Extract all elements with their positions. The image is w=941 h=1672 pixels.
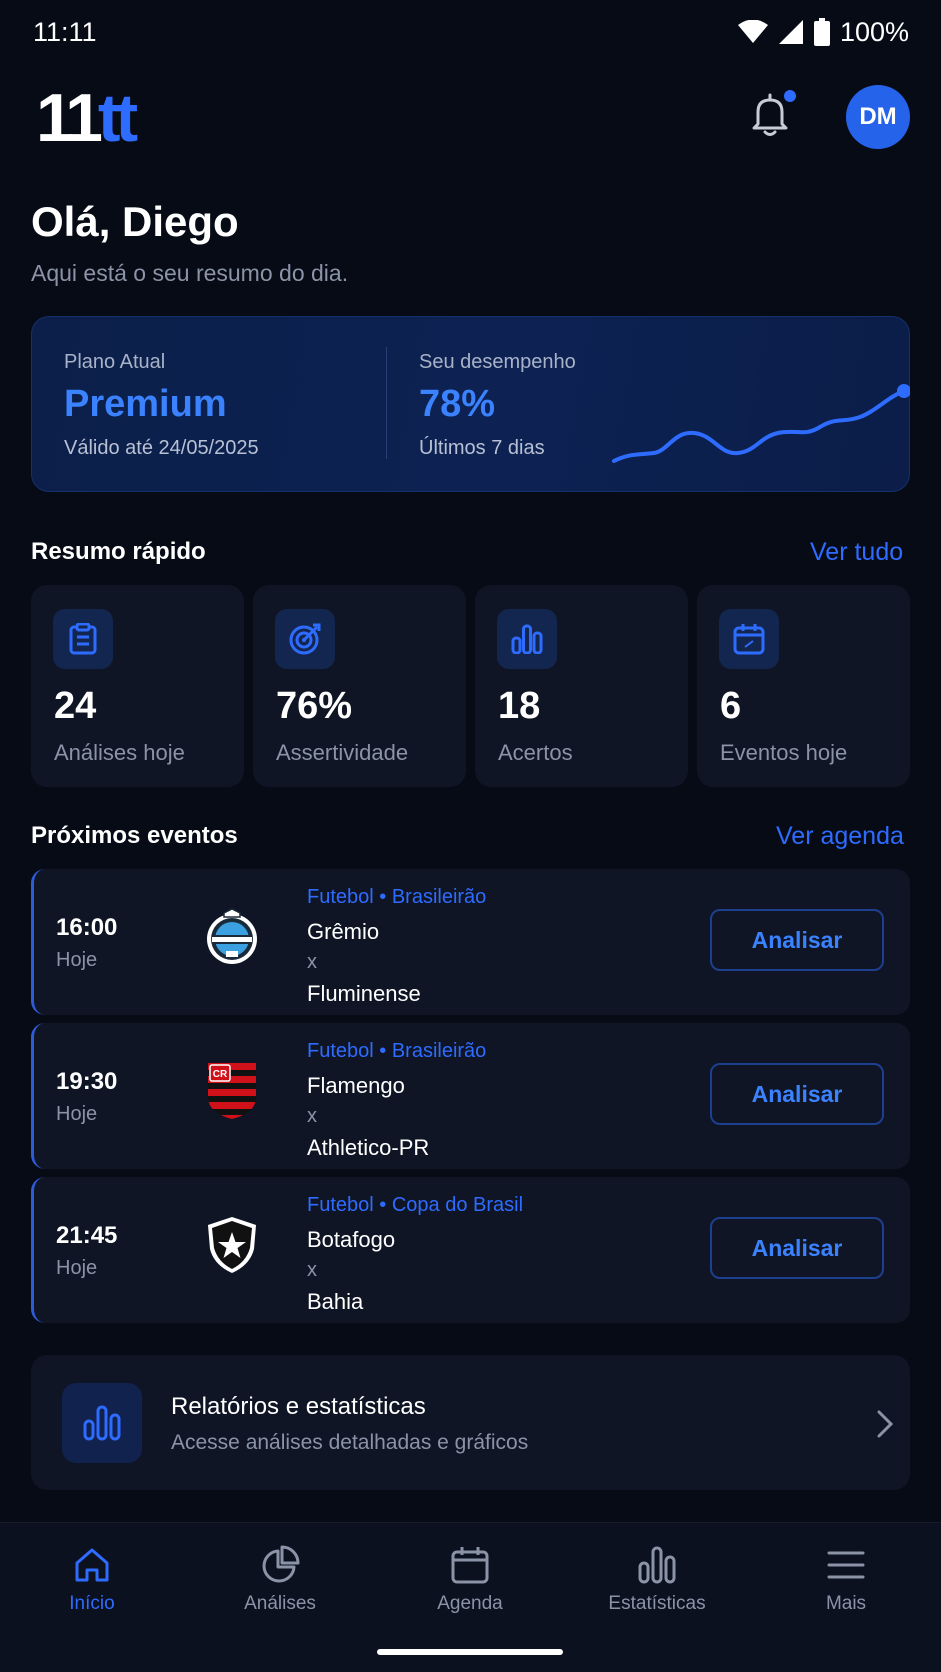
event-league: Futebol • Brasileirão [307, 886, 487, 908]
performance-period: Últimos 7 dias [419, 437, 545, 459]
app-logo: 11tt [36, 80, 138, 156]
event-card[interactable]: 21:45 Hoje Futebol • Copa do Brasil Bota… [31, 1177, 910, 1323]
stat-value: 76% [276, 685, 353, 727]
stat-card-analyses[interactable]: 24 Análises hoje [31, 585, 244, 787]
status-bar: 11:11 100% [0, 0, 941, 64]
nav-label: Início [69, 1593, 115, 1614]
stat-label: Eventos hoje [720, 740, 848, 765]
nav-label: Agenda [437, 1593, 503, 1614]
event-team-home: Botafogo [307, 1227, 396, 1252]
gremio-crest-icon [207, 908, 257, 964]
analyze-button[interactable]: Analisar [710, 1217, 884, 1279]
bar-chart-icon [62, 1383, 142, 1463]
event-team-away: Bahia [307, 1289, 364, 1314]
status-time: 11:11 [33, 16, 97, 47]
pie-chart-icon [262, 1545, 300, 1583]
analyze-button[interactable]: Analisar [710, 909, 884, 971]
signal-icon [778, 20, 803, 44]
event-versus: x [307, 951, 317, 973]
home-indicator[interactable] [377, 1649, 563, 1655]
stat-card-hits[interactable]: 18 Acertos [475, 585, 688, 787]
calendar-icon [451, 1547, 489, 1584]
battery-level: 100% [839, 16, 909, 47]
svg-text:CR: CR [213, 1069, 228, 1080]
stat-value: 18 [498, 685, 541, 727]
event-day: Hoje [56, 1103, 98, 1125]
event-versus: x [307, 1259, 317, 1281]
event-team-home: Grêmio [307, 919, 380, 944]
reports-card[interactable]: Relatórios e estatísticas Acesse análise… [31, 1355, 910, 1490]
nav-item-home[interactable]: Início [17, 1545, 167, 1615]
menu-icon [827, 1551, 865, 1579]
botafogo-crest-icon [208, 1217, 256, 1273]
nav-item-more[interactable]: Mais [771, 1545, 921, 1615]
plan-valid: Válido até 24/05/2025 [64, 437, 259, 459]
chevron-right-icon [877, 1410, 894, 1438]
event-time: 16:00 [56, 914, 118, 941]
analyze-button[interactable]: Analisar [710, 1063, 884, 1125]
nav-item-analyses[interactable]: Análises [205, 1545, 355, 1615]
status-icons: 100% [737, 16, 909, 48]
events-title: Próximos eventos [31, 822, 238, 849]
performance-sparkline [612, 384, 910, 463]
avatar[interactable]: DM [846, 85, 910, 149]
summary-title: Resumo rápido [31, 538, 206, 565]
bar-chart-icon [497, 609, 557, 669]
nav-label: Análises [244, 1593, 316, 1614]
greeting-title: Olá, Diego [31, 198, 239, 245]
stat-card-accuracy[interactable]: 76% Assertividade [253, 585, 466, 787]
stat-label: Assertividade [276, 740, 409, 765]
nav-label: Estatísticas [608, 1593, 706, 1614]
event-time: 21:45 [56, 1222, 118, 1249]
event-versus: x [307, 1105, 317, 1127]
clipboard-icon [53, 609, 113, 669]
bar-chart-icon [638, 1546, 676, 1584]
performance-label: Seu desempenho [419, 351, 576, 373]
event-team-away: Fluminense [307, 981, 421, 1006]
event-team-away: Athletico-PR [307, 1135, 430, 1160]
event-team-home: Flamengo [307, 1073, 405, 1098]
stat-value: 24 [54, 685, 97, 727]
home-icon [75, 1548, 109, 1582]
event-card[interactable]: 16:00 Hoje Futebol • Brasileirão Grêmio … [31, 869, 910, 1015]
event-card[interactable]: 19:30 Hoje CR Futebol • Brasileirão Flam… [31, 1023, 910, 1169]
app-header: 11tt DM [0, 78, 941, 158]
target-icon [275, 609, 335, 669]
see-agenda-link[interactable]: Ver agenda [776, 822, 904, 851]
see-all-link[interactable]: Ver tudo [810, 538, 903, 567]
event-league: Futebol • Brasileirão [307, 1040, 487, 1062]
event-time: 19:30 [56, 1068, 118, 1095]
stat-label: Análises hoje [54, 740, 185, 765]
wifi-icon [737, 20, 768, 43]
event-day: Hoje [56, 949, 98, 971]
event-day: Hoje [56, 1257, 98, 1279]
stat-label: Acertos [498, 740, 573, 765]
reports-title: Relatórios e estatísticas [171, 1393, 426, 1420]
plan-name: Premium [64, 383, 227, 425]
performance-value: 78% [419, 383, 496, 425]
plan-label: Plano Atual [64, 351, 166, 373]
battery-icon [813, 18, 830, 46]
reports-subtitle: Acesse análises detalhadas e gráficos [171, 1431, 529, 1454]
greeting-subtitle: Aqui está o seu resumo do dia. [31, 260, 349, 286]
flamengo-crest-icon: CR [208, 1063, 256, 1119]
event-league: Futebol • Copa do Brasil [307, 1194, 524, 1216]
nav-label: Mais [825, 1593, 867, 1614]
notification-dot [784, 90, 796, 102]
stat-value: 6 [720, 685, 742, 727]
nav-item-agenda[interactable]: Agenda [395, 1545, 545, 1615]
plan-divider [386, 347, 387, 459]
plan-card: Plano Atual Premium Válido até 24/05/202… [31, 316, 910, 492]
stat-card-events[interactable]: 6 Eventos hoje [697, 585, 910, 787]
nav-item-statistics[interactable]: Estatísticas [582, 1545, 732, 1615]
calendar-icon [719, 609, 779, 669]
